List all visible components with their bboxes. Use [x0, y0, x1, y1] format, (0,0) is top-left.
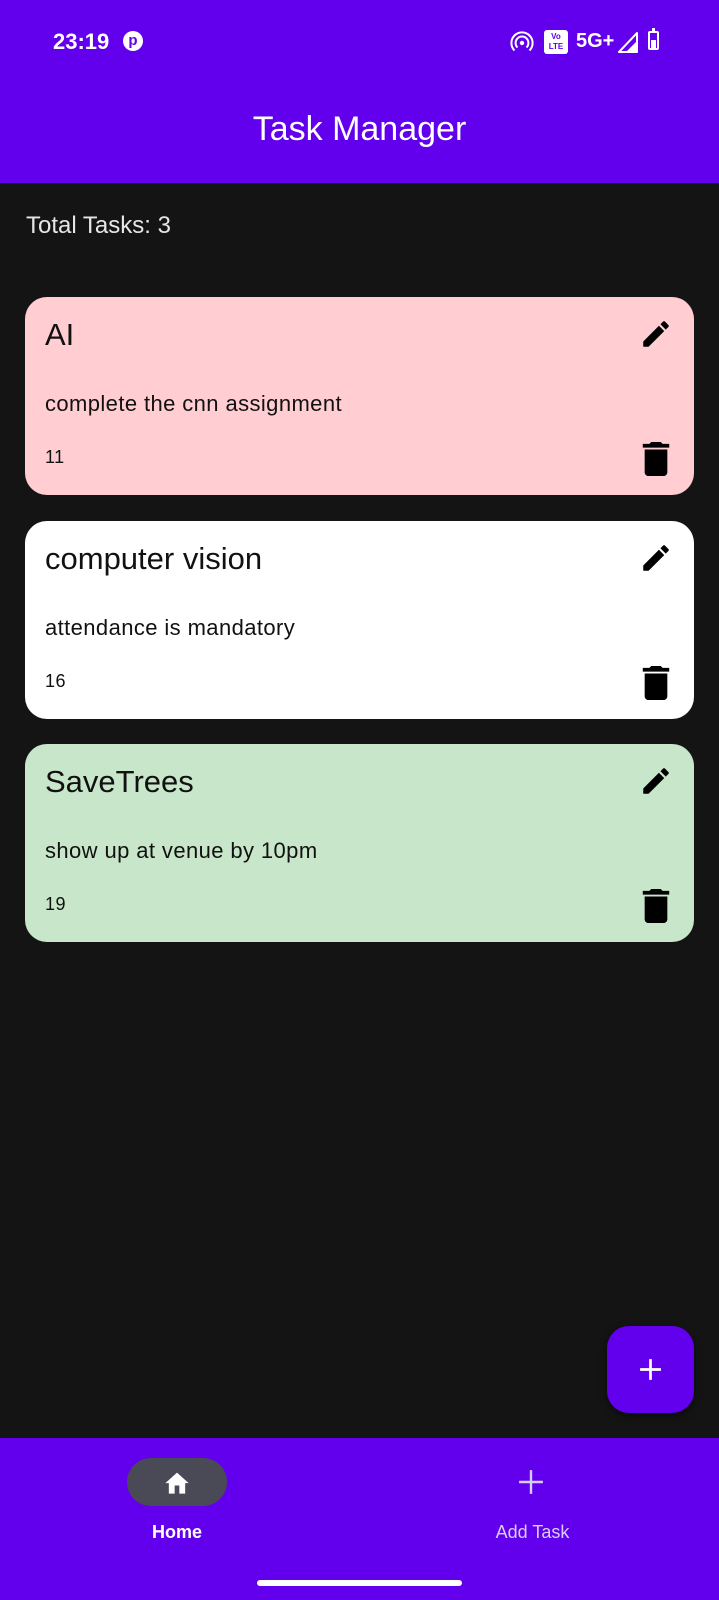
hotspot-icon [510, 31, 534, 52]
task-number: 19 [45, 894, 67, 914]
task-card[interactable]: computer vision attendance is mandatory … [25, 521, 694, 719]
nav-label-add-task: Add Task [495, 1522, 570, 1542]
task-card[interactable]: AI complete the cnn assignment 11 [25, 297, 694, 495]
edit-icon[interactable] [639, 317, 673, 351]
status-bar: 23:19 p Vo LTE 5G+ [0, 0, 719, 86]
battery-icon [648, 28, 659, 50]
edit-icon[interactable] [639, 764, 673, 798]
task-number: 16 [45, 671, 67, 691]
plus-icon [519, 1470, 543, 1494]
add-task-fab[interactable] [607, 1326, 694, 1413]
nav-item-home[interactable]: Home [0, 1438, 359, 1558]
volte-icon: Vo LTE [544, 30, 568, 54]
delete-icon[interactable] [641, 666, 671, 700]
network-type: 5G+ [576, 30, 615, 52]
task-title: SaveTrees [45, 764, 194, 799]
task-description: attendance is mandatory [45, 615, 296, 640]
total-tasks-label: Total Tasks: 3 [26, 212, 171, 239]
volte-top-label: Vo [551, 32, 561, 41]
page-title: Task Manager [252, 110, 467, 148]
task-title: computer vision [45, 541, 263, 576]
edit-icon[interactable] [639, 541, 673, 575]
task-title: AI [45, 317, 75, 352]
volte-bottom-label: LTE [548, 42, 564, 51]
gesture-handle[interactable] [257, 1580, 462, 1586]
plus-icon [640, 1359, 661, 1380]
app-bar: 23:19 p Vo LTE 5G+ Task Manager [0, 0, 719, 183]
nav-label-home: Home [151, 1522, 202, 1542]
home-icon [165, 1472, 189, 1494]
bottom-navigation: Home Add Task [0, 1438, 719, 1600]
task-number: 11 [45, 447, 65, 467]
task-description: show up at venue by 10pm [45, 838, 318, 863]
task-card[interactable]: SaveTrees show up at venue by 10pm 19 [25, 744, 694, 942]
task-description: complete the cnn assignment [45, 391, 342, 416]
delete-icon[interactable] [641, 889, 671, 923]
pinterest-icon: p [123, 31, 143, 51]
delete-icon[interactable] [641, 442, 671, 476]
nav-item-add-task[interactable]: Add Task [360, 1438, 719, 1558]
signal-icon [618, 32, 638, 53]
nav-active-indicator [127, 1458, 227, 1506]
status-time: 23:19 [53, 29, 110, 54]
